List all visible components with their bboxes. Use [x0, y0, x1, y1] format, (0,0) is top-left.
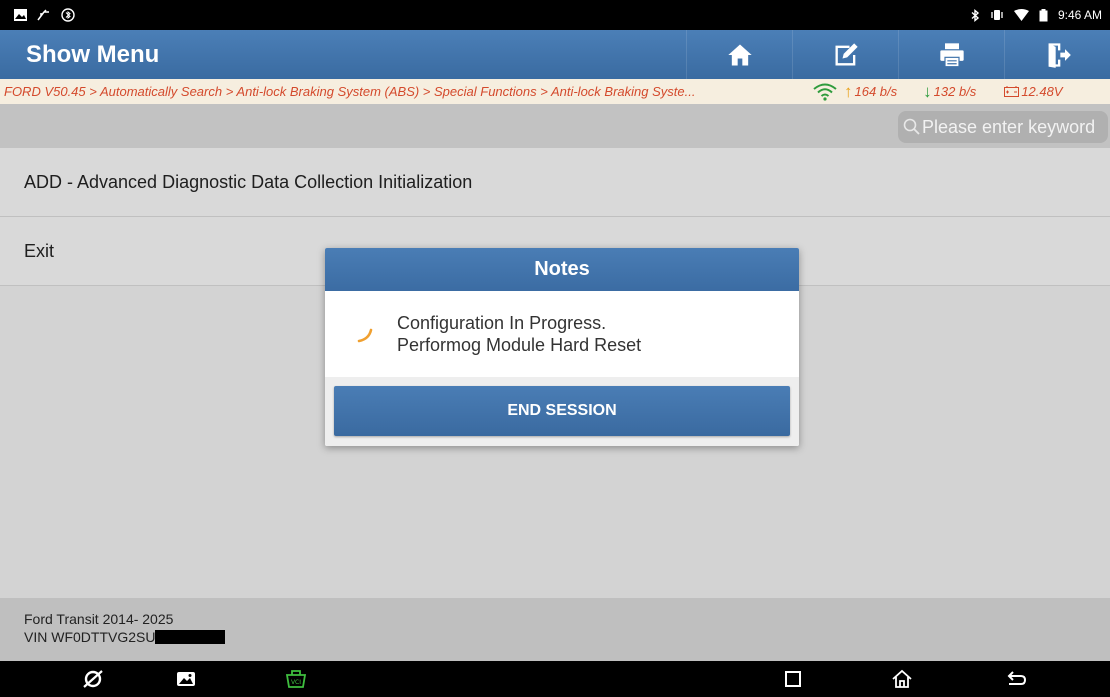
gallery-button[interactable]: [173, 666, 199, 692]
dialog-title: Notes: [325, 248, 799, 291]
exit-button[interactable]: [1004, 30, 1110, 79]
wifi-signal: [812, 83, 838, 101]
edit-button[interactable]: [792, 30, 898, 79]
vibrate-icon: [991, 10, 1003, 20]
search-icon: [903, 118, 920, 135]
home-icon: [727, 44, 752, 65]
dialog-footer: END SESSION: [325, 377, 799, 446]
search-row: Please enter keyword: [0, 104, 1110, 148]
dialog-message-line1: Configuration In Progress.: [397, 313, 607, 333]
image-icon: [14, 9, 27, 21]
gallery-icon: [177, 672, 195, 686]
breadcrumb: FORD V50.45 > Automatically Search > Ant…: [4, 84, 696, 99]
vin-line: VIN WF0DTTVG2SU: [24, 628, 1110, 646]
usb-icon: [37, 9, 49, 21]
vehicle-info: Ford Transit 2014- 2025 VIN WF0DTTVG2SU: [0, 598, 1110, 661]
upload-rate-value: 164 b/s: [854, 84, 898, 99]
vin-redaction: [155, 630, 226, 644]
loading-spinner-icon: [357, 328, 373, 343]
upload-rate: ↑ 164 b/s: [844, 82, 897, 102]
bluetooth-badge-icon: [61, 8, 75, 22]
planet-icon: [83, 670, 103, 688]
print-icon: [939, 42, 964, 67]
download-rate-value: 132 b/s: [933, 84, 977, 99]
dialog-message: Configuration In Progress. Performog Mod…: [397, 312, 641, 356]
battery-voltage-icon: [1004, 86, 1020, 97]
end-session-button[interactable]: END SESSION: [334, 386, 790, 436]
app-header: Show Menu: [0, 30, 1110, 79]
vci-icon: VCI: [285, 670, 307, 688]
status-bar: 9:46 AM: [0, 0, 1110, 30]
voltage-value: 12.48V: [1021, 84, 1063, 99]
home-nav-button[interactable]: [889, 666, 915, 692]
search-input[interactable]: Please enter keyword: [898, 111, 1108, 143]
browser-button[interactable]: [80, 666, 106, 692]
navigation-bar: VCI: [0, 661, 1110, 697]
print-button[interactable]: [898, 30, 1004, 79]
recents-button[interactable]: [780, 666, 806, 692]
back-button[interactable]: [1003, 666, 1029, 692]
home-button[interactable]: [686, 30, 792, 79]
svg-text:VCI: VCI: [291, 679, 301, 686]
wifi-signal-icon: [813, 83, 837, 101]
search-placeholder: Please enter keyword: [922, 116, 1096, 137]
home-outline-icon: [892, 669, 912, 688]
vehicle-model: Ford Transit 2014- 2025: [24, 611, 174, 627]
bluetooth-icon: [971, 8, 980, 22]
clock: 9:46 AM: [1057, 8, 1102, 22]
vci-button[interactable]: VCI: [283, 666, 309, 692]
voltage: 12.48V: [1004, 84, 1063, 99]
notes-dialog: Notes Configuration In Progress. Perform…: [325, 248, 799, 446]
breadcrumb-bar: FORD V50.45 > Automatically Search > Ant…: [0, 79, 1110, 104]
upload-arrow-icon: ↑: [844, 81, 853, 101]
page-title: Show Menu: [26, 40, 160, 68]
exit-icon: [1048, 42, 1071, 68]
battery-icon: [1039, 8, 1048, 21]
vin-text: VIN WF0DTTVG2SU: [24, 629, 156, 645]
dialog-message-line2: Performog Module Hard Reset: [397, 335, 642, 355]
dialog-body: Configuration In Progress. Performog Mod…: [325, 291, 799, 377]
back-icon: [1007, 671, 1027, 685]
edit-icon: [835, 42, 858, 65]
recents-icon: [785, 671, 801, 687]
wifi-icon: [1013, 9, 1029, 21]
download-rate: ↓ 132 b/s: [923, 82, 976, 102]
download-arrow-icon: ↓: [923, 81, 932, 101]
